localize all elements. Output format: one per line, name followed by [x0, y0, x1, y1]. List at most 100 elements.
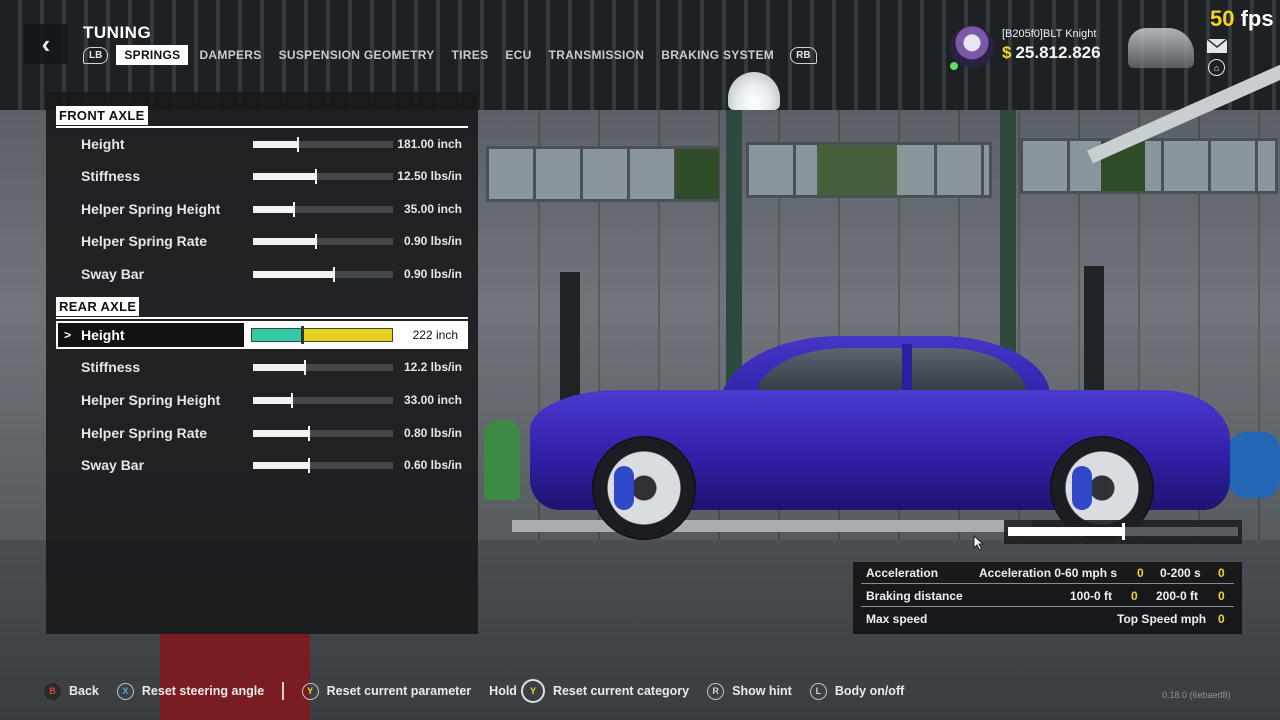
param-slider[interactable]	[251, 326, 393, 344]
version-label: 0.18.0 (6ebaed8)	[1162, 690, 1231, 700]
hint-label: Back	[69, 684, 99, 698]
hint-separator	[282, 682, 284, 700]
param-value: 0.90 lbs/in	[403, 267, 462, 281]
tab-tires[interactable]: TIRES	[444, 45, 497, 65]
hint-body-toggle[interactable]: L Body on/off	[809, 682, 905, 700]
hint-label: Reset current category	[552, 684, 690, 698]
param-value: 12.50 lbs/in	[397, 169, 462, 183]
front-sway-bar-row[interactable]: Sway Bar 0.90 lbs/in	[56, 259, 468, 289]
param-slider[interactable]	[253, 169, 393, 184]
front-helper-spring-rate-row[interactable]: Helper Spring Rate 0.90 lbs/in	[56, 226, 468, 256]
tuned-car	[520, 320, 1240, 540]
hint-label: Reset steering angle	[141, 684, 265, 698]
stat-label: 0-200 s	[1160, 566, 1201, 580]
param-slider[interactable]	[253, 393, 393, 408]
tab-suspension-geometry[interactable]: SUSPENSION GEOMETRY	[271, 45, 443, 65]
front-wheel	[592, 436, 696, 540]
param-name: Helper Spring Height	[81, 392, 221, 408]
player-profile[interactable]: [B205f0]BLT Knight $25.812.826	[950, 26, 1198, 74]
front-axle-title: FRONT AXLE	[56, 106, 148, 125]
hint-reset-parameter[interactable]: Y Reset current parameter	[301, 682, 472, 700]
fps-counter: 50 fps	[1210, 6, 1274, 32]
stat-row-max-speed: Max speed Top Speed mph 0	[853, 608, 1242, 630]
current-car-thumbnail	[1128, 28, 1194, 68]
hint-back[interactable]: B Back	[44, 682, 99, 700]
param-slider[interactable]	[253, 426, 393, 441]
lb-bumper-icon[interactable]: LB	[83, 46, 109, 64]
param-value: 0.90 lbs/in	[403, 234, 462, 248]
param-name: Sway Bar	[81, 457, 145, 473]
stat-value: 0	[1218, 566, 1225, 580]
stats-slider-track[interactable]	[1008, 523, 1238, 540]
front-helper-spring-height-row[interactable]: Helper Spring Height 35.00 inch	[56, 194, 468, 224]
rear-helper-spring-height-row[interactable]: Helper Spring Height 33.00 inch	[56, 385, 468, 415]
stat-label: Top Speed mph	[1117, 612, 1207, 626]
stat-value: 0	[1218, 589, 1225, 603]
front-stiffness-row[interactable]: Stiffness 12.50 lbs/in	[56, 161, 468, 191]
stat-label: 100-0 ft	[1070, 589, 1113, 603]
y-button-hold-icon: Y	[520, 679, 545, 703]
tab-braking-system[interactable]: BRAKING SYSTEM	[653, 45, 782, 65]
param-slider[interactable]	[253, 234, 393, 249]
tab-ecu[interactable]: ECU	[497, 45, 539, 65]
stat-row-braking: Braking distance 100-0 ft 0 200-0 ft 0	[853, 585, 1242, 607]
fps-unit: fps	[1240, 6, 1274, 31]
rear-height-row[interactable]: > Height 222 inch	[56, 321, 468, 349]
red-toolbox	[160, 632, 310, 720]
back-button[interactable]: ‹	[24, 24, 68, 64]
stat-label: 200-0 ft	[1156, 589, 1199, 603]
tab-transmission[interactable]: TRANSMISSION	[541, 45, 653, 65]
param-name: Helper Spring Rate	[81, 425, 208, 441]
hint-reset-steering[interactable]: X Reset steering angle	[116, 682, 265, 700]
rear-sway-bar-row[interactable]: Sway Bar 0.60 lbs/in	[56, 450, 468, 480]
garage-window	[1020, 138, 1278, 194]
mail-icon[interactable]	[1206, 38, 1228, 54]
param-slider[interactable]	[253, 360, 393, 375]
front-axle-header: FRONT AXLE	[56, 104, 468, 128]
rear-stiffness-row[interactable]: Stiffness 12.2 lbs/in	[56, 352, 468, 382]
stat-row-acceleration: Acceleration Acceleration 0-60 mph s 0 0…	[853, 562, 1242, 584]
param-slider[interactable]	[253, 137, 393, 152]
hint-label: Reset current parameter	[326, 684, 472, 698]
button-hints: B Back X Reset steering angle Y Reset cu…	[44, 679, 922, 703]
chevron-left-icon: ‹	[41, 28, 51, 59]
param-value: 181.00 inch	[397, 137, 462, 151]
param-value: 35.00 inch	[403, 202, 462, 216]
x-button-icon: X	[116, 682, 134, 700]
stats-compare-slider[interactable]	[1004, 520, 1242, 544]
param-slider[interactable]	[253, 267, 393, 282]
param-name: Stiffness	[81, 168, 141, 184]
hint-show-hint[interactable]: R Show hint	[707, 682, 792, 700]
b-button-icon: B	[44, 682, 61, 700]
hint-label: Body on/off	[834, 684, 905, 698]
param-slider[interactable]	[253, 202, 393, 217]
hint-reset-category[interactable]: Hold Y Reset current category	[489, 679, 689, 703]
chevron-right-icon: >	[64, 328, 72, 342]
front-height-row[interactable]: Height 181.00 inch	[56, 129, 468, 159]
y-button-icon: Y	[301, 682, 319, 700]
param-value: 0.80 lbs/in	[403, 426, 462, 440]
tab-springs[interactable]: SPRINGS	[116, 45, 189, 65]
tab-dampers[interactable]: DAMPERS	[191, 45, 269, 65]
left-stick-icon: L	[809, 682, 827, 700]
param-name: Height	[81, 327, 125, 343]
money-amount: 25.812.826	[1015, 43, 1101, 62]
money-balance: $25.812.826	[1002, 43, 1101, 63]
param-value: 0.60 lbs/in	[403, 458, 462, 472]
param-slider[interactable]	[253, 458, 393, 473]
mouse-cursor-icon	[973, 535, 985, 551]
tuning-tabs: LB SPRINGS DAMPERS SUSPENSION GEOMETRY T…	[83, 44, 817, 66]
param-name: Sway Bar	[81, 266, 145, 282]
fps-value: 50	[1210, 6, 1235, 31]
avatar[interactable]	[950, 26, 994, 68]
stat-name: Braking distance	[866, 589, 963, 603]
rear-helper-spring-rate-row[interactable]: Helper Spring Rate 0.80 lbs/in	[56, 418, 468, 448]
performance-stats: Acceleration Acceleration 0-60 mph s 0 0…	[853, 562, 1242, 634]
hint-label: Show hint	[732, 684, 792, 698]
stat-value: 0	[1131, 589, 1138, 603]
garage-window	[486, 146, 720, 202]
garage-icon[interactable]: ⌂	[1208, 59, 1225, 76]
tuning-panel: FRONT AXLE Height 181.00 inch Stiffness …	[46, 92, 478, 634]
rb-bumper-icon[interactable]: RB	[790, 46, 817, 64]
param-value: 222 inch	[412, 328, 458, 342]
